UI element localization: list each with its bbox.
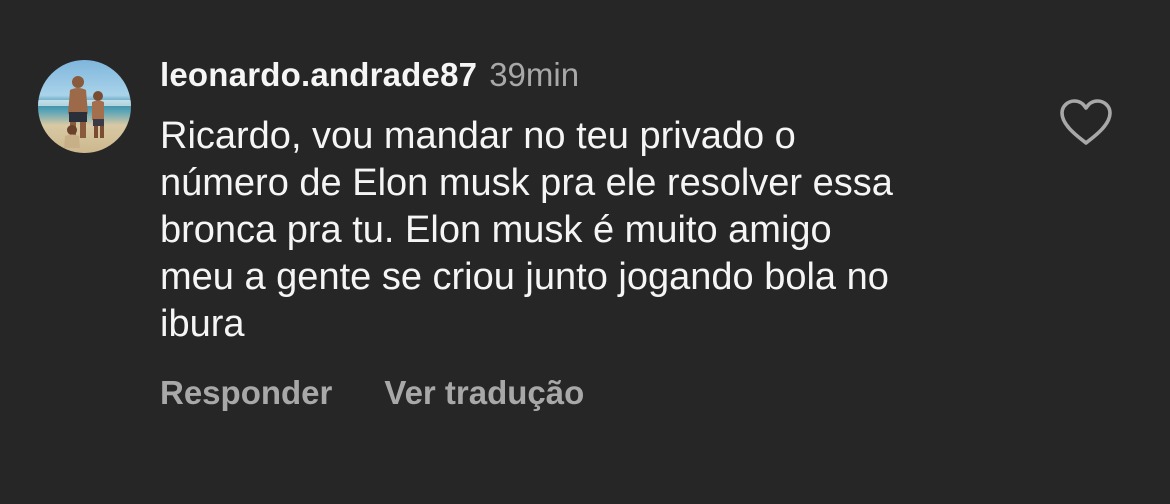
- comment-text-line: ibura: [160, 303, 245, 345]
- like-button[interactable]: [1058, 98, 1114, 148]
- comment-text-line: número de Elon musk pra ele resolver ess…: [160, 162, 893, 204]
- avatar-photo: [38, 76, 131, 148]
- comment-text-line: bronca pra tu. Elon musk é muito amigo: [160, 209, 832, 251]
- timestamp: 39min: [489, 56, 580, 93]
- comment-text-line: meu a gente se criou junto jogando bola …: [160, 256, 889, 298]
- see-translation-button[interactable]: Ver tradução: [384, 374, 584, 412]
- username[interactable]: leonardo.andrade87: [160, 56, 477, 94]
- comment: leonardo.andrade87 39min Ricardo, vou ma…: [0, 0, 1170, 504]
- comment-header: leonardo.andrade87 39min: [160, 56, 579, 102]
- comment-text: Ricardo, vou mandar no teu privado o núm…: [160, 113, 1040, 348]
- heart-outline-icon: [1060, 99, 1112, 145]
- comment-actions: Responder Ver tradução: [160, 374, 584, 412]
- reply-button[interactable]: Responder: [160, 374, 332, 412]
- avatar[interactable]: [38, 60, 131, 153]
- comment-text-line: Ricardo, vou mandar no teu privado o: [160, 115, 796, 157]
